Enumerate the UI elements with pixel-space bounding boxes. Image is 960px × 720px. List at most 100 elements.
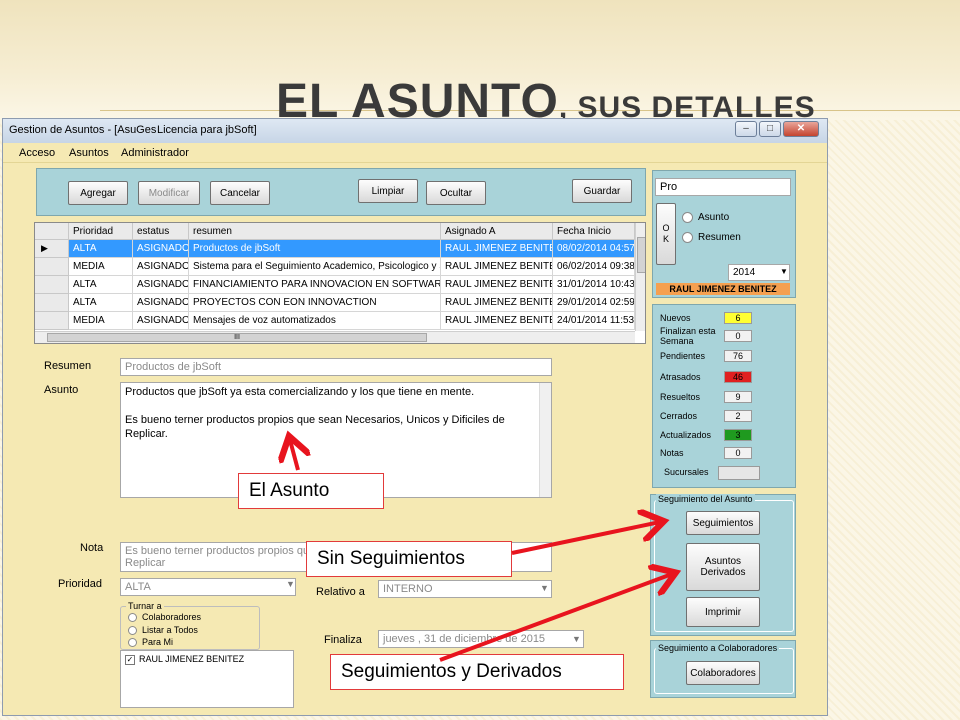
grid-vscrollbar[interactable] [635, 223, 645, 331]
grid-cell-estatus[interactable]: ASIGNADO [133, 258, 189, 276]
assignee-list[interactable]: ✓ RAUL JIMENEZ BENITEZ [120, 650, 294, 708]
stat-value: 46 [724, 371, 752, 383]
colaboradores-button[interactable]: Colaboradores [686, 661, 760, 685]
stat-value: 9 [724, 391, 752, 403]
menu-acceso[interactable]: Acceso [19, 147, 55, 159]
grid-header-resumen[interactable]: resumen [189, 223, 441, 240]
stat-label: Cerrados [660, 411, 698, 421]
maximize-button[interactable]: □ [759, 121, 781, 137]
callout-seguimientos-derivados: Seguimientos y Derivados [330, 654, 624, 690]
window-titlebar[interactable]: Gestion de Asuntos - [AsuGes Licencia pa… [3, 119, 827, 143]
grid-cell-prioridad[interactable]: MEDIA [69, 258, 133, 276]
search-radio-asunto[interactable] [682, 212, 693, 223]
stat-value: 76 [724, 350, 752, 362]
grid-row-header[interactable] [35, 276, 69, 294]
grid-row-header[interactable] [35, 258, 69, 276]
stat-value: 6 [724, 312, 752, 324]
grid-cell-prioridad[interactable]: ALTA [69, 240, 133, 258]
asuntos-derivados-button[interactable]: Asuntos Derivados [686, 543, 760, 591]
turnar-todos-label: Listar a Todos [142, 625, 198, 635]
close-button[interactable]: ✕ [783, 121, 819, 137]
resumen-field[interactable]: Productos de jbSoft [120, 358, 552, 376]
grid-cell-asignado[interactable]: RAUL JIMENEZ BENITEZ [441, 240, 553, 258]
turnar-parami-label: Para Mi [142, 637, 174, 647]
relativo-dropdown-icon[interactable]: ▼ [540, 583, 549, 593]
grid-cell-fecha[interactable]: 08/02/2014 04:57 [553, 240, 635, 258]
grid-cell-resumen[interactable]: PROYECTOS CON EON INNOVACTION [189, 294, 441, 312]
grid-cell-fecha[interactable]: 29/01/2014 02:59 [553, 294, 635, 312]
grid-cell-fecha[interactable]: 31/01/2014 10:43 [553, 276, 635, 294]
grid-cell-estatus[interactable]: ASIGNADO [133, 276, 189, 294]
prioridad-dropdown-icon[interactable]: ▼ [286, 579, 295, 589]
asunto-text-line1: Productos que jbSoft ya esta comercializ… [125, 386, 475, 398]
guardar-button[interactable]: Guardar [572, 179, 632, 203]
grid-cell-resumen[interactable]: Productos de jbSoft [189, 240, 441, 258]
grid-header-fecha[interactable]: Fecha Inicio [553, 223, 635, 240]
menu-bar: Acceso Asuntos Administrador [3, 143, 827, 163]
search-ok-button[interactable]: O K [656, 203, 676, 265]
asunto-text-line2: Es bueno terner productos propios que se… [125, 414, 505, 426]
turnar-todos-radio[interactable] [128, 626, 137, 635]
search-input[interactable]: Pro [655, 178, 791, 196]
asuntos-grid[interactable]: Prioridad estatus resumen Asignado A Fec… [34, 222, 646, 344]
current-user-banner: RAUL JIMENEZ BENITEZ [656, 283, 790, 295]
grid-header-estatus[interactable]: estatus [133, 223, 189, 240]
grid-cell-estatus[interactable]: ASIGNADO [133, 294, 189, 312]
imprimir-button[interactable]: Imprimir [686, 597, 760, 627]
finaliza-datepicker[interactable]: jueves , 31 de diciembre de 2015 [378, 630, 584, 648]
search-radio-resumen[interactable] [682, 232, 693, 243]
grid-cell-resumen[interactable]: FINANCIAMIENTO PARA INNOVACION EN SOFTWA… [189, 276, 441, 294]
grid-row-header[interactable] [35, 312, 69, 330]
relativo-select[interactable]: INTERNO [378, 580, 552, 598]
assignee-checkbox[interactable]: ✓ [125, 655, 135, 665]
search-radio-resumen-label: Resumen [698, 232, 741, 243]
prioridad-select[interactable]: ALTA [120, 578, 296, 596]
grid-header-prioridad[interactable]: Prioridad [69, 223, 133, 240]
finaliza-dropdown-icon[interactable]: ▼ [572, 634, 581, 644]
stat-value: 3 [724, 429, 752, 441]
ocultar-button[interactable]: Ocultar [426, 181, 486, 205]
finaliza-label: Finaliza [324, 634, 362, 646]
stat-value[interactable] [718, 466, 760, 480]
grid-cell-fecha[interactable]: 06/02/2014 09:38 [553, 258, 635, 276]
asunto-label: Asunto [44, 384, 79, 396]
menu-administrador[interactable]: Administrador [121, 147, 189, 159]
grid-corner [35, 223, 69, 240]
limpiar-button[interactable]: Limpiar [358, 179, 418, 203]
grid-cell-asignado[interactable]: RAUL JIMENEZ BENITEZ [441, 258, 553, 276]
year-dropdown-icon[interactable]: ▼ [780, 267, 788, 276]
menu-asuntos[interactable]: Asuntos [69, 147, 109, 159]
minimize-button[interactable]: – [735, 121, 757, 137]
grid-vscroll-thumb[interactable] [637, 237, 645, 273]
grid-cell-estatus[interactable]: ASIGNADO [133, 240, 189, 258]
grid-cell-fecha[interactable]: 24/01/2014 11:53 [553, 312, 635, 330]
grid-cell-asignado[interactable]: RAUL JIMENEZ BENITEZ [441, 294, 553, 312]
grid-hscroll-thumb[interactable]: III [47, 333, 427, 342]
grid-hscrollbar[interactable]: III [35, 331, 635, 343]
asunto-scrollbar[interactable] [539, 383, 551, 497]
turnar-parami-radio[interactable] [128, 638, 137, 647]
turnar-caption: Turnar a [126, 601, 164, 611]
turnar-colaboradores-radio[interactable] [128, 613, 137, 622]
grid-row-header[interactable] [35, 294, 69, 312]
stat-label: Nuevos [660, 313, 691, 323]
seguimientos-button[interactable]: Seguimientos [686, 511, 760, 535]
agregar-button[interactable]: Agregar [68, 181, 128, 205]
stat-value: 0 [724, 447, 752, 459]
grid-cell-prioridad[interactable]: ALTA [69, 294, 133, 312]
stat-value: 2 [724, 410, 752, 422]
stat-label: Finalizan esta Semana [660, 326, 716, 346]
prioridad-label: Prioridad [58, 578, 103, 590]
grid-header-asignado[interactable]: Asignado A [441, 223, 553, 240]
grid-cell-prioridad[interactable]: MEDIA [69, 312, 133, 330]
grid-cell-resumen[interactable]: Mensajes de voz automatizados [189, 312, 441, 330]
grid-cell-resumen[interactable]: Sistema para el Seguimiento Academico, P… [189, 258, 441, 276]
grid-cell-asignado[interactable]: RAUL JIMENEZ BENITEZ [441, 276, 553, 294]
grid-cell-estatus[interactable]: ASIGNADO [133, 312, 189, 330]
grid-row-header[interactable]: ▶ [35, 240, 69, 258]
grid-cell-prioridad[interactable]: ALTA [69, 276, 133, 294]
colaboradores-caption: Seguimiento a Colaboradores [656, 643, 780, 653]
modificar-button[interactable]: Modificar [138, 181, 200, 205]
cancelar-button[interactable]: Cancelar [210, 181, 270, 205]
grid-cell-asignado[interactable]: RAUL JIMENEZ BENITEZ [441, 312, 553, 330]
